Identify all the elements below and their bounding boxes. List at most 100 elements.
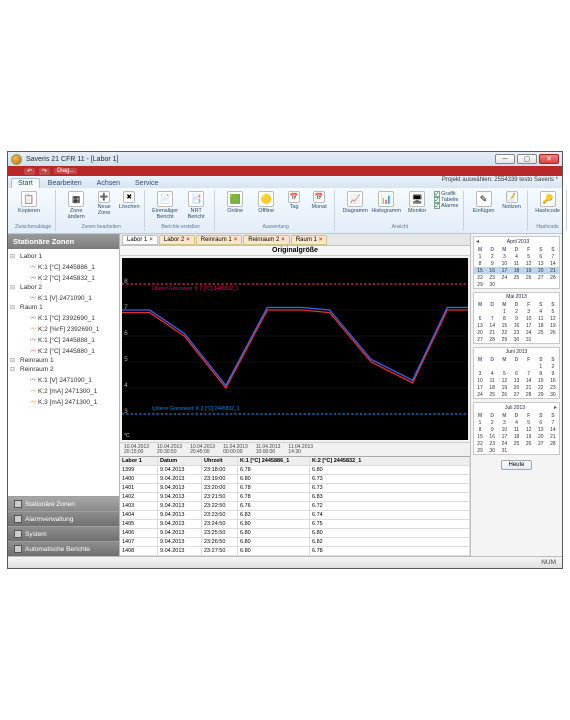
ribbon-button[interactable]: ✖Löschen <box>118 191 140 210</box>
cal-prev-icon[interactable]: ◂ <box>476 238 479 245</box>
tree-leaf[interactable]: 〰K:3 [mA] 2471300_1 <box>10 396 117 407</box>
cal-day[interactable]: 2 <box>486 419 498 426</box>
cal-day[interactable]: 3 <box>498 253 510 260</box>
quick-diag[interactable]: Diag... <box>54 168 77 174</box>
table-row[interactable]: 14039.04.201323:22:506.766.72 <box>120 502 470 511</box>
cal-day[interactable]: 21 <box>547 267 559 274</box>
cal-day[interactable]: 8 <box>535 370 547 377</box>
cal-day[interactable]: 8 <box>498 315 510 322</box>
project-selector[interactable]: Projekt auswählen: 2554339 testo Saveris… <box>442 177 558 183</box>
cal-day[interactable]: 25 <box>535 329 547 336</box>
cal-day[interactable]: 23 <box>510 329 522 336</box>
cal-day[interactable]: 7 <box>523 370 535 377</box>
cal-day[interactable]: 13 <box>535 260 547 267</box>
cal-day[interactable]: 19 <box>547 322 559 329</box>
doc-tab[interactable]: Reinraum 1× <box>196 235 243 245</box>
tree-leaf[interactable]: 〰K:1 [°C] 2392690_1 <box>10 312 117 323</box>
cal-day[interactable]: 22 <box>498 329 510 336</box>
close-icon[interactable]: × <box>186 237 190 243</box>
cal-day[interactable]: 23 <box>486 440 498 447</box>
cal-day[interactable]: 1 <box>474 253 486 260</box>
cal-day[interactable]: 15 <box>535 377 547 384</box>
cal-day[interactable]: 16 <box>547 377 559 384</box>
cal-day[interactable]: 26 <box>523 440 535 447</box>
tree-leaf[interactable]: 〰K:1 [V] 2471090_1 <box>10 374 117 385</box>
ribbon-button[interactable]: 📝Notizen <box>501 191 523 210</box>
ribbon-button[interactable]: 📈Diagramm <box>341 191 369 214</box>
cal-day[interactable]: 28 <box>523 391 535 398</box>
cal-day[interactable]: 13 <box>474 322 486 329</box>
cal-day[interactable]: 2 <box>510 308 522 315</box>
nav-button[interactable]: Stationäre Zonen <box>8 496 119 511</box>
table-header[interactable]: Uhrzeit <box>202 457 238 465</box>
cal-day[interactable]: 27 <box>535 274 547 281</box>
cal-day[interactable]: 5 <box>523 253 535 260</box>
cal-day[interactable]: 5 <box>498 370 510 377</box>
table-row[interactable]: 14079.04.201323:26:506.806.82 <box>120 538 470 547</box>
ribbon-tab-bearbeiten[interactable]: Bearbeiten <box>41 178 89 188</box>
nav-button[interactable]: System <box>8 526 119 541</box>
table-row[interactable]: 14019.04.201323:20:006.786.73 <box>120 484 470 493</box>
cal-day[interactable]: 27 <box>535 440 547 447</box>
close-icon[interactable]: × <box>281 237 285 243</box>
cal-day[interactable]: 19 <box>523 433 535 440</box>
cal-day[interactable]: 30 <box>510 336 522 343</box>
cal-day[interactable]: 12 <box>547 315 559 322</box>
cal-day[interactable]: 17 <box>474 384 486 391</box>
cal-day[interactable]: 28 <box>547 274 559 281</box>
cal-day[interactable]: 14 <box>547 260 559 267</box>
ribbon-button[interactable]: 📅Monat <box>308 191 330 210</box>
cal-day[interactable]: 21 <box>523 384 535 391</box>
cal-day[interactable]: 22 <box>474 440 486 447</box>
cal-day[interactable]: 3 <box>498 419 510 426</box>
today-button[interactable]: Heute <box>501 460 531 470</box>
cal-day[interactable]: 1 <box>535 363 547 370</box>
ribbon-button[interactable]: 📋Kopieren <box>15 191 43 214</box>
cal-day[interactable]: 9 <box>486 260 498 267</box>
cal-day[interactable]: 15 <box>474 267 486 274</box>
cal-day[interactable]: 2 <box>547 363 559 370</box>
cal-day[interactable]: 28 <box>547 440 559 447</box>
nav-button[interactable]: Alarmverwaltung <box>8 511 119 526</box>
table-header[interactable]: K:2 [°C] 2445832_1 <box>310 457 470 465</box>
tree-node[interactable]: Labor 2 <box>10 283 117 292</box>
cal-day[interactable]: 5 <box>547 308 559 315</box>
tree-leaf[interactable]: 〰K:1 [V] 2471090_1 <box>10 292 117 303</box>
cal-day[interactable]: 3 <box>474 370 486 377</box>
tree-leaf[interactable]: 〰K:2 [mA] 2471300_1 <box>10 385 117 396</box>
close-icon[interactable]: × <box>149 237 153 243</box>
table-row[interactable]: 14049.04.201323:23:506.836.74 <box>120 511 470 520</box>
doc-tab[interactable]: Labor 2× <box>159 235 195 245</box>
cal-day[interactable]: 23 <box>547 384 559 391</box>
cal-day[interactable]: 10 <box>523 315 535 322</box>
cal-day[interactable]: 22 <box>474 274 486 281</box>
ribbon-button[interactable]: 🖥Monitor <box>403 191 431 214</box>
quick-redo[interactable]: ↷ <box>39 168 50 175</box>
table-header[interactable]: K:1 [°C] 2445886_1 <box>238 457 310 465</box>
close-icon[interactable]: × <box>319 237 323 243</box>
cal-day[interactable]: 11 <box>486 377 498 384</box>
cal-day[interactable]: 19 <box>523 267 535 274</box>
cal-day[interactable]: 7 <box>547 253 559 260</box>
ribbon-button[interactable]: ➕Neue Zone <box>93 191 115 216</box>
cal-day[interactable]: 24 <box>474 391 486 398</box>
cal-day[interactable]: 1 <box>498 308 510 315</box>
cal-day[interactable]: 29 <box>474 447 486 454</box>
cal-day[interactable]: 22 <box>535 384 547 391</box>
cal-day[interactable]: 14 <box>523 377 535 384</box>
table-header[interactable]: Datum <box>158 457 202 465</box>
minimize-button[interactable]: ─ <box>495 154 515 164</box>
cal-day[interactable]: 24 <box>523 329 535 336</box>
cal-day[interactable]: 6 <box>510 370 522 377</box>
ribbon-button[interactable]: 🔑Hashcode <box>534 191 562 214</box>
cal-day[interactable]: 27 <box>510 391 522 398</box>
cal-day[interactable]: 20 <box>535 433 547 440</box>
cal-day[interactable]: 17 <box>523 322 535 329</box>
cal-day[interactable]: 16 <box>486 267 498 274</box>
cal-day[interactable]: 17 <box>498 267 510 274</box>
tree-node[interactable]: Reinraum 1 <box>10 356 117 365</box>
cal-day[interactable]: 14 <box>547 426 559 433</box>
cal-day[interactable]: 13 <box>535 426 547 433</box>
nav-button[interactable]: Automatische Berichte <box>8 541 119 556</box>
cal-day[interactable]: 15 <box>498 322 510 329</box>
